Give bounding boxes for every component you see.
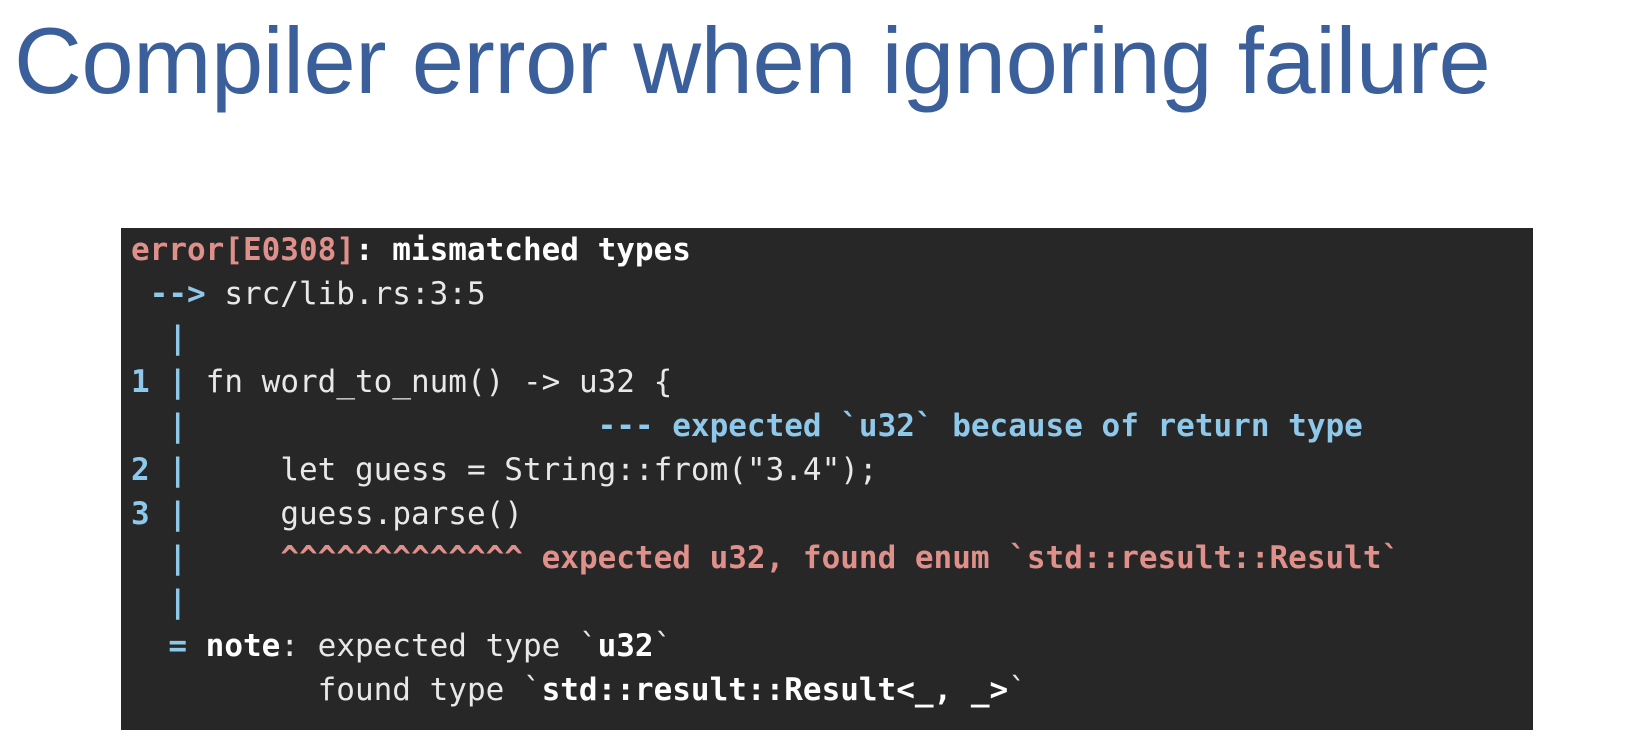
- note-found-prefix: found type `: [131, 672, 542, 708]
- error-separator: :: [354, 232, 393, 268]
- note-backtick: `: [653, 628, 673, 664]
- source-code: fn word_to_num() -> u32 {: [187, 364, 673, 400]
- note-label: note: [205, 628, 281, 664]
- note-expected-prefix: : expected type `: [280, 628, 598, 664]
- source-line-2: 2 | let guess = String::from("3.4");: [131, 448, 1533, 492]
- error-message: mismatched types: [392, 232, 691, 268]
- note-line: = note: expected type `u32`: [131, 624, 1533, 668]
- slide-title: Compiler error when ignoring failure: [14, 8, 1491, 113]
- location-line: --> src/lib.rs:3:5: [131, 272, 1533, 316]
- annotation-indent: [187, 408, 598, 444]
- annotation-indent: [187, 540, 280, 576]
- source-code: let guess = String::from("3.4");: [187, 452, 878, 488]
- gutter-pipe: |: [168, 496, 188, 532]
- source-code: guess.parse(): [187, 496, 523, 532]
- gutter-pipe: |: [168, 540, 187, 576]
- note-backtick: `: [1008, 672, 1027, 708]
- gutter-pipe: |: [168, 584, 187, 620]
- gutter-pipe: |: [168, 364, 188, 400]
- note-found-line: found type `std::result::Result<_, _>`: [131, 668, 1533, 712]
- note-found-type: std::result::Result<_, _>: [541, 672, 1009, 708]
- compiler-output-block: error[E0308]: mismatched types --> src/l…: [121, 228, 1533, 730]
- location-path: src/lib.rs:3:5: [205, 276, 486, 312]
- gutter-line: |: [131, 316, 1533, 360]
- error-code: error[E0308]: [131, 232, 355, 268]
- source-line-1: 1 | fn word_to_num() -> u32 {: [131, 360, 1533, 404]
- location-arrow: -->: [131, 276, 206, 312]
- gutter-pipe: |: [168, 452, 188, 488]
- note-expected-type: u32: [597, 628, 654, 664]
- return-type-annotation: --- expected `u32` because of return typ…: [597, 408, 1363, 444]
- line-number: 1: [131, 364, 150, 400]
- gutter-pipe: |: [168, 408, 187, 444]
- source-line-3: 3 | guess.parse(): [131, 492, 1533, 536]
- gutter-line: |: [131, 580, 1533, 624]
- note-equals: =: [168, 628, 187, 664]
- line-number: 3: [131, 496, 150, 532]
- annotation-line-1: | --- expected `u32` because of return t…: [131, 404, 1533, 448]
- error-header-line: error[E0308]: mismatched types: [131, 228, 1533, 272]
- type-mismatch-annotation: ^^^^^^^^^^^^^ expected u32, found enum `…: [280, 540, 1401, 576]
- gutter-pipe: |: [168, 320, 187, 356]
- line-number: 2: [131, 452, 150, 488]
- annotation-line-3: | ^^^^^^^^^^^^^ expected u32, found enum…: [131, 536, 1533, 580]
